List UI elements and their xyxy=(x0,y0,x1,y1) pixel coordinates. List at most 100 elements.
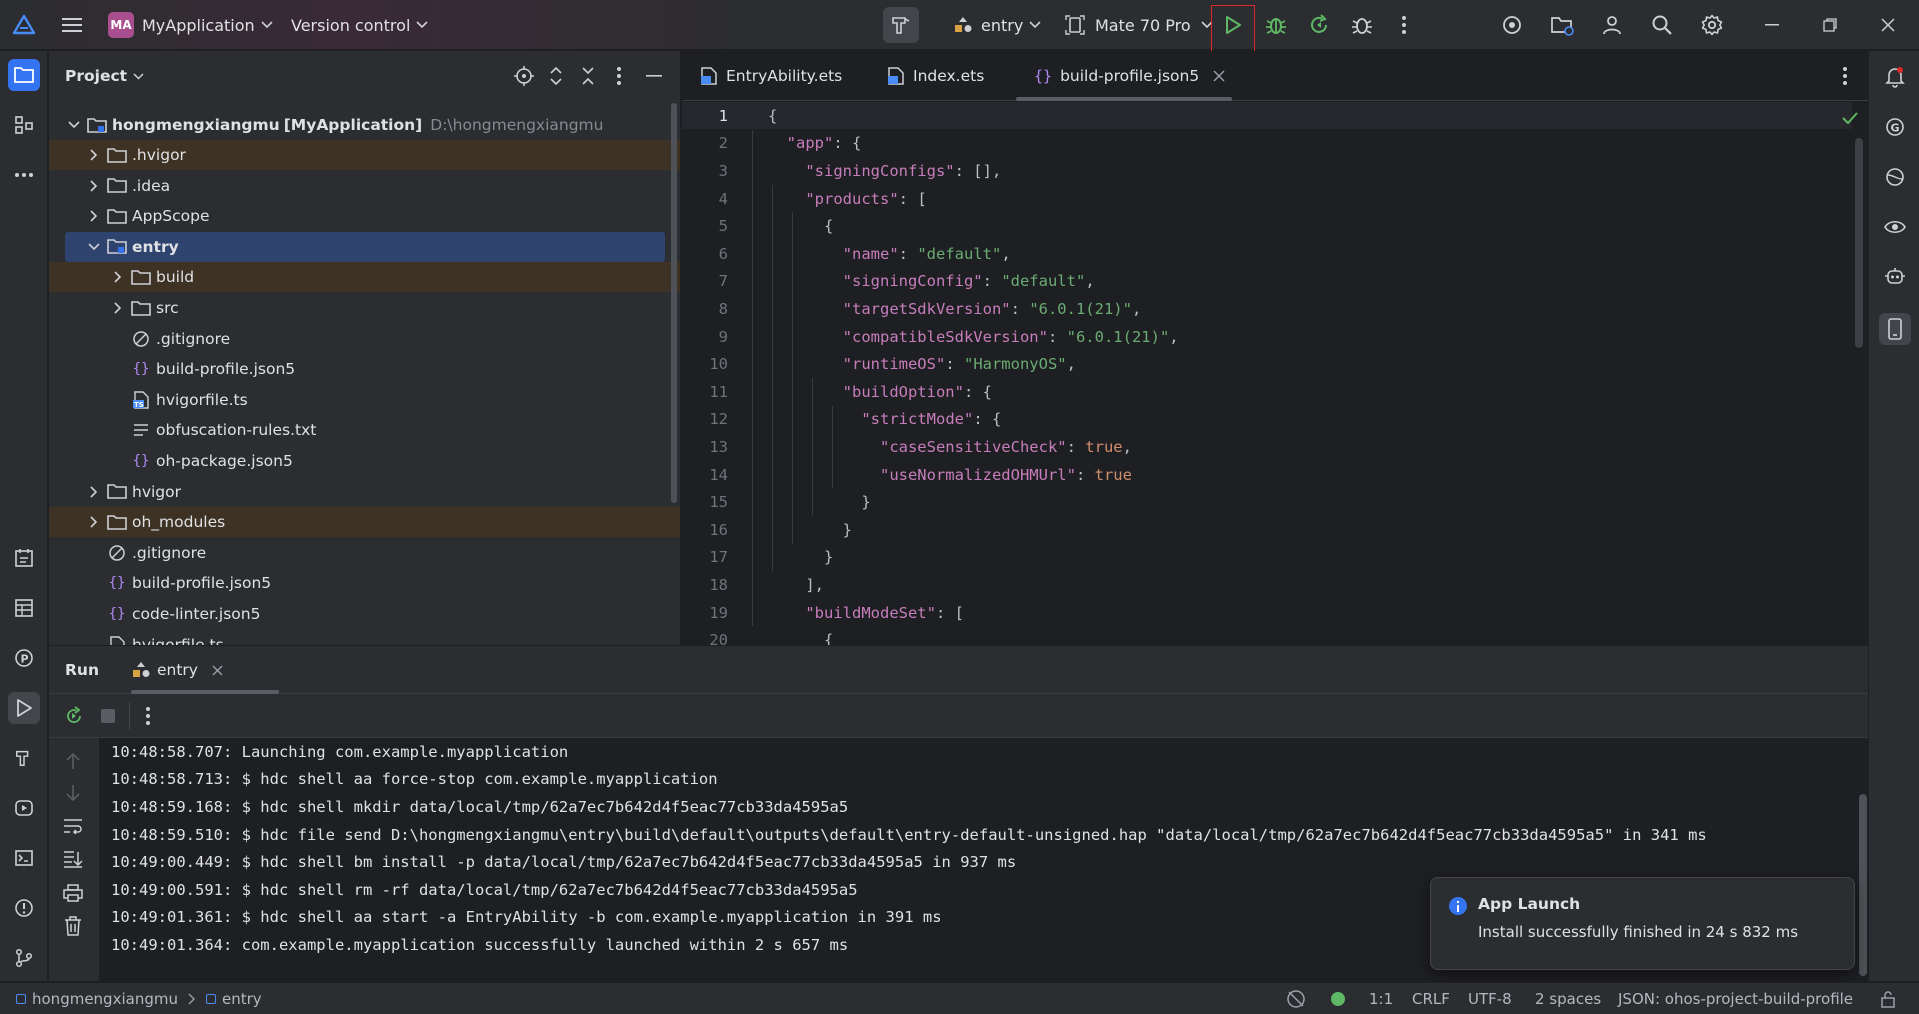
tree-item-hvigor-dir[interactable]: .hvigor xyxy=(49,140,680,170)
tab-options-icon[interactable] xyxy=(1842,66,1848,86)
git-tool-icon[interactable] xyxy=(8,942,40,974)
project-scrollbar[interactable] xyxy=(671,103,677,503)
status-indicator[interactable] xyxy=(1331,983,1345,1014)
code-line[interactable]: 7 "signingConfig": "default", xyxy=(682,268,1852,296)
chevron-right-icon[interactable] xyxy=(87,485,101,499)
code-line[interactable]: 2 "app": { xyxy=(682,130,1852,158)
profiler-tool-icon[interactable]: P xyxy=(8,642,40,674)
settings-gear-icon[interactable] xyxy=(1700,13,1724,37)
code-view[interactable]: 1{2 "app": {3 "signingConfigs": [], 4 "pr… xyxy=(682,102,1868,645)
run-config-selector[interactable]: entry xyxy=(953,0,1041,50)
terminal-tool-icon[interactable] xyxy=(8,842,40,874)
code-line[interactable]: 15 } xyxy=(682,488,1852,516)
code-line[interactable]: 14 "useNormalizedOHMUrl": true xyxy=(682,461,1852,489)
breadcrumb-root[interactable]: hongmengxiangmu xyxy=(32,990,178,1008)
device-selector[interactable]: Mate 70 Pro xyxy=(1065,0,1213,50)
tab-build-profile[interactable]: {} build-profile.json5 xyxy=(1034,51,1225,101)
restore-icon[interactable] xyxy=(1818,13,1842,37)
stop-icon[interactable] xyxy=(101,709,115,723)
folder-sync-icon[interactable] xyxy=(1550,13,1574,37)
tree-item-obfuscation-rules[interactable]: obfuscation-rules.txt xyxy=(49,415,680,445)
code-line[interactable]: 12 "strictMode": { xyxy=(682,406,1852,434)
code-line[interactable]: 6 "name": "default", xyxy=(682,240,1852,268)
hide-panel-icon[interactable] xyxy=(646,75,662,77)
arkui-inspector-icon[interactable] xyxy=(1879,161,1911,193)
close-tab-icon[interactable] xyxy=(1213,70,1225,82)
caret-position[interactable]: 1:1 xyxy=(1369,983,1393,1014)
services-tool-icon[interactable] xyxy=(8,792,40,824)
code-line[interactable]: 18 ], xyxy=(682,571,1852,599)
structure-tool-icon[interactable] xyxy=(8,109,40,141)
code-line[interactable]: 10 "runtimeOS": "HarmonyOS", xyxy=(682,350,1852,378)
main-menu-icon[interactable] xyxy=(60,13,84,37)
scroll-up-icon[interactable] xyxy=(65,752,81,770)
tree-item-oh-modules[interactable]: oh_modules xyxy=(49,507,680,538)
device-mirror-icon[interactable] xyxy=(1879,313,1911,345)
tree-item-hvigor[interactable]: hvigor xyxy=(49,477,680,507)
scroll-down-icon[interactable] xyxy=(65,784,81,802)
locate-file-icon[interactable] xyxy=(514,66,534,86)
more-tools-icon[interactable] xyxy=(8,159,40,191)
more-actions-icon[interactable] xyxy=(1392,13,1416,37)
editor-scrollbar[interactable] xyxy=(1855,138,1863,348)
chevron-right-icon[interactable] xyxy=(87,515,101,529)
run-options-icon[interactable] xyxy=(145,706,151,726)
soft-wrap-icon[interactable] xyxy=(63,818,83,834)
run-tool-icon[interactable] xyxy=(8,692,40,724)
attach-debugger-icon[interactable] xyxy=(1350,13,1374,37)
run-icon[interactable] xyxy=(1221,13,1245,37)
chevron-right-icon[interactable] xyxy=(87,179,101,193)
tree-item-appscope[interactable]: AppScope xyxy=(49,201,680,231)
tree-item-hvigorfile[interactable]: TS hvigorfile.ts xyxy=(49,385,680,415)
chevron-right-icon[interactable] xyxy=(111,270,125,284)
close-tab-icon[interactable] xyxy=(212,665,223,676)
tree-item-entry[interactable]: entry xyxy=(65,231,665,262)
code-line[interactable]: 3 "signingConfigs": [], xyxy=(682,157,1852,185)
account-icon[interactable] xyxy=(1600,13,1624,37)
device-manager-icon[interactable] xyxy=(1500,13,1524,37)
code-line[interactable]: 20 { xyxy=(682,626,1852,645)
tree-item-build-profile[interactable]: {} build-profile.json5 xyxy=(49,354,680,384)
collapse-all-icon[interactable] xyxy=(581,66,595,86)
tree-item-oh-package[interactable]: {} oh-package.json5 xyxy=(49,446,680,476)
panel-options-icon[interactable] xyxy=(616,66,622,86)
app-launch-notification[interactable]: App Launch Install successfully finished… xyxy=(1430,877,1855,970)
breadcrumb-module[interactable]: entry xyxy=(222,990,262,1008)
expand-all-icon[interactable] xyxy=(549,66,563,86)
tree-item-gitignore[interactable]: .gitignore xyxy=(49,324,680,354)
todo-tool-icon[interactable] xyxy=(8,542,40,574)
indent-setting[interactable]: 2 spaces xyxy=(1535,983,1601,1014)
code-line[interactable]: 17 } xyxy=(682,544,1852,572)
table-tool-icon[interactable] xyxy=(8,592,40,624)
debug-icon[interactable] xyxy=(1264,13,1288,37)
search-icon[interactable] xyxy=(1650,13,1674,37)
project-view-selector[interactable]: Project xyxy=(65,51,144,101)
tree-item-src[interactable]: src xyxy=(49,293,680,323)
console-scrollbar[interactable] xyxy=(1859,794,1867,976)
rerun-icon[interactable] xyxy=(64,706,84,726)
code-line[interactable]: 5 { xyxy=(682,212,1852,240)
tree-item-idea[interactable]: .idea xyxy=(49,171,680,201)
code-line[interactable]: 11 "buildOption": { xyxy=(682,378,1852,406)
chevron-down-icon[interactable] xyxy=(87,240,101,254)
chevron-right-icon[interactable] xyxy=(87,209,101,223)
code-line[interactable]: 13 "caseSensitiveCheck": true, xyxy=(682,433,1852,461)
code-line[interactable]: 9 "compatibleSdkVersion": "6.0.1(21)", xyxy=(682,323,1852,351)
version-control-menu[interactable]: Version control xyxy=(291,0,428,50)
scroll-to-end-icon[interactable] xyxy=(63,850,83,868)
minimize-icon[interactable] xyxy=(1760,13,1784,37)
ai-assistant-icon[interactable] xyxy=(1879,261,1911,293)
line-ending[interactable]: CRLF xyxy=(1412,983,1450,1014)
code-line[interactable]: 4 "products": [ xyxy=(682,185,1852,213)
json-schema[interactable]: JSON: ohos-project-build-profile xyxy=(1618,983,1853,1014)
tree-item-root-build-profile[interactable]: {} build-profile.json5 xyxy=(49,568,680,598)
chevron-down-icon[interactable] xyxy=(67,118,81,132)
deveco-logo-icon[interactable] xyxy=(12,13,36,37)
tree-item-root-hvigorfile[interactable]: TS hvigorfile.ts xyxy=(49,630,680,645)
lock-icon[interactable] xyxy=(1880,983,1896,1014)
project-switcher[interactable]: MA MyApplication xyxy=(108,0,273,50)
problems-tool-icon[interactable] xyxy=(8,892,40,924)
previewer-eye-icon[interactable] xyxy=(1879,211,1911,243)
codegenie-icon[interactable]: G xyxy=(1879,111,1911,143)
chevron-right-icon[interactable] xyxy=(87,148,101,162)
